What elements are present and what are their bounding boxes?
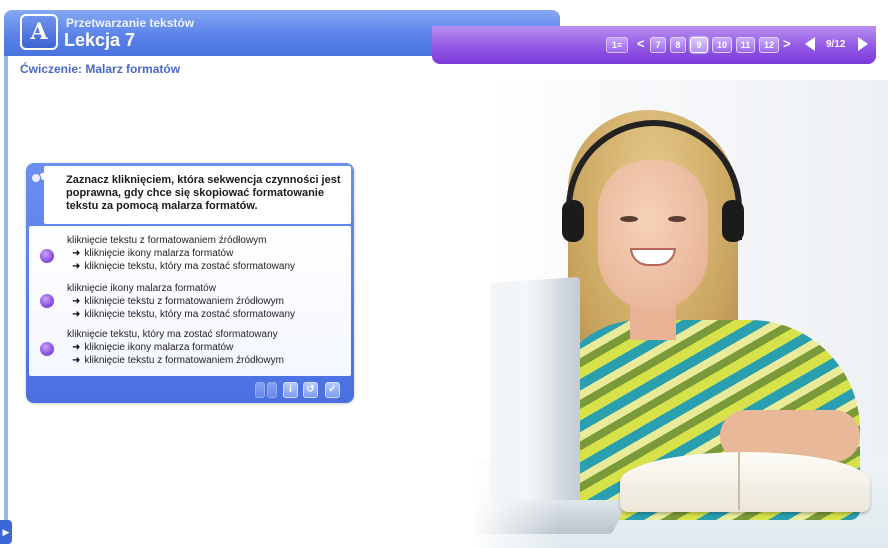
next-range-button[interactable]: > <box>783 36 791 51</box>
answer-radio[interactable] <box>40 294 54 308</box>
exercise-title: Ćwiczenie: Malarz formatów <box>20 62 181 76</box>
page-button-10[interactable]: 10 <box>712 37 732 53</box>
option-step-3: ➜ kliknięcie tekstu z formatowaniem źródł… <box>72 355 284 367</box>
disabled-toolbar-button <box>267 382 277 398</box>
option-step-2: ➜ kliknięcie ikony malarza formatów <box>72 248 233 260</box>
option-step-3: ➜ kliknięcie tekstu, który ma zostać sfor… <box>72 261 295 273</box>
disabled-toolbar-button <box>255 382 265 398</box>
course-title: Przetwarzanie tekstów <box>66 16 195 30</box>
lesson-title: Lekcja 7 <box>64 30 136 50</box>
table-of-contents-button[interactable]: 1≡ <box>606 37 628 53</box>
option-step-2-text: kliknięcie tekstu z formatowaniem źródło… <box>84 296 284 307</box>
option-step-3-text: kliknięcie tekstu z formatowaniem źródło… <box>84 355 284 366</box>
option-step-2: ➜ kliknięcie tekstu z formatowaniem źródł… <box>72 296 284 308</box>
question-text: Zaznacz kliknięciem, która sekwencja czy… <box>66 174 341 212</box>
arrow-right-icon: ➜ <box>72 309 81 320</box>
next-page-icon[interactable] <box>858 37 868 51</box>
prev-range-button[interactable]: < <box>637 36 645 51</box>
student-photo <box>470 80 888 548</box>
page-button-7[interactable]: 7 <box>650 37 666 53</box>
arrow-right-icon: ➜ <box>72 342 81 353</box>
answer-option-3[interactable]: kliknięcie tekstu, który ma zostać sform… <box>29 326 351 370</box>
option-step-2-text: kliknięcie ikony malarza formatów <box>84 342 234 353</box>
arrow-right-icon: ➜ <box>72 261 81 272</box>
option-step-1: kliknięcie tekstu z formatowaniem źródło… <box>67 235 267 246</box>
arrow-right-icon: ➜ <box>72 248 81 259</box>
option-step-3-text: kliknięcie tekstu, który ma zostać sform… <box>84 309 296 320</box>
prev-page-icon[interactable] <box>805 37 815 51</box>
answer-option-1[interactable]: kliknięcie tekstu z formatowaniem źródło… <box>29 232 351 276</box>
answer-radio[interactable] <box>40 249 54 263</box>
page-button-12[interactable]: 12 <box>759 37 779 53</box>
side-panel-toggle[interactable]: ▶ <box>0 520 12 544</box>
option-step-3-text: kliknięcie tekstu, który ma zostać sform… <box>84 261 296 272</box>
page-button-11[interactable]: 11 <box>736 37 755 53</box>
answer-options: kliknięcie tekstu z formatowaniem źródło… <box>29 226 351 376</box>
answer-option-2[interactable]: kliknięcie ikony malarza formatów ➜ klikn… <box>29 280 351 324</box>
retry-icon[interactable]: ↺ <box>303 382 318 398</box>
left-edge-strip <box>4 32 8 542</box>
check-icon[interactable]: ✓ <box>325 382 340 398</box>
option-step-3: ➜ kliknięcie tekstu, który ma zostać sfor… <box>72 309 295 321</box>
logo-icon: A <box>20 14 58 50</box>
answer-radio[interactable] <box>40 342 54 356</box>
page-button-8[interactable]: 8 <box>670 37 686 53</box>
info-icon[interactable]: i <box>283 382 298 398</box>
question-bulb-icon <box>32 172 57 204</box>
arrow-right-icon: ➜ <box>72 296 81 307</box>
page-button-9[interactable]: 9 <box>690 37 708 53</box>
arrow-right-icon: ➜ <box>72 355 81 366</box>
option-step-1: kliknięcie tekstu, który ma zostać sform… <box>67 329 278 340</box>
page-counter: 9/12 <box>826 39 846 50</box>
option-step-2-text: kliknięcie ikony malarza formatów <box>84 248 234 259</box>
option-step-2: ➜ kliknięcie ikony malarza formatów <box>72 342 233 354</box>
option-step-1: kliknięcie ikony malarza formatów <box>67 283 216 294</box>
